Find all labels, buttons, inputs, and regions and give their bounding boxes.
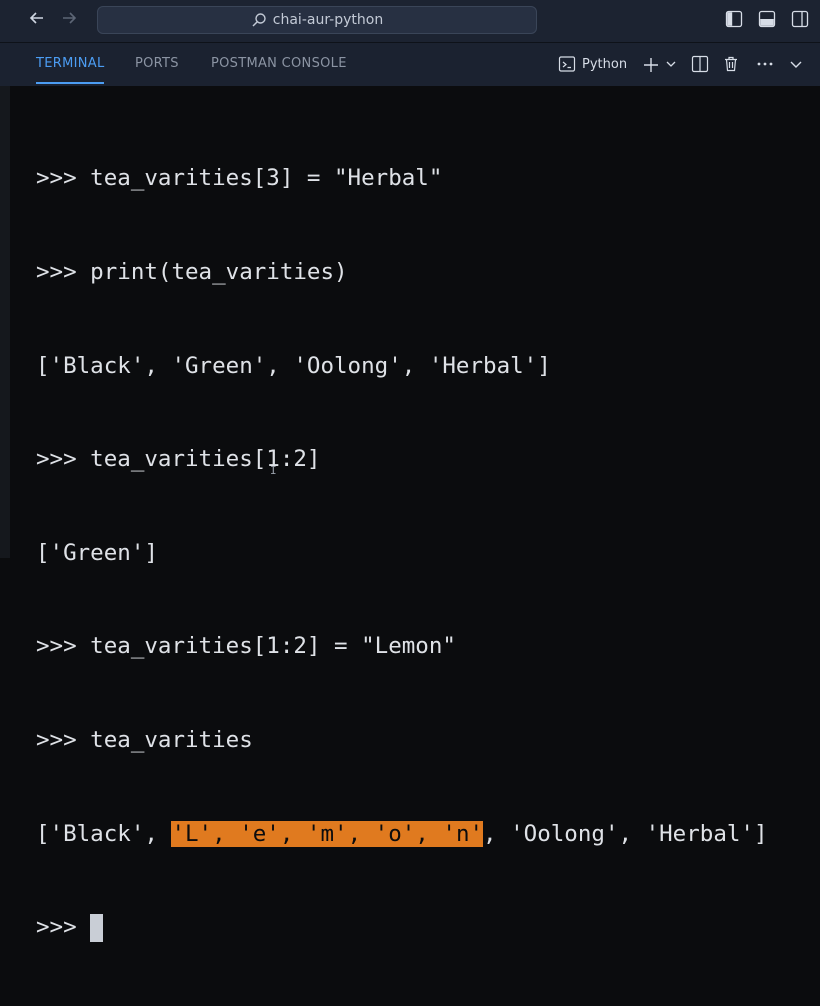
terminal-prompt-line[interactable]: >>> (36, 912, 768, 943)
tab-postman-console[interactable]: POSTMAN CONSOLE (211, 56, 347, 71)
trash-icon[interactable] (722, 55, 740, 73)
terminal-line: >>> tea_varities[1:2] = "Lemon" (36, 633, 456, 660)
result-text-after: , 'Oolong', 'Herbal'] (483, 820, 768, 847)
prompt: >>> (36, 914, 91, 941)
terminal-view[interactable]: >>> tea_varities[3] = "Herbal" >>> print… (0, 86, 820, 943)
search-text: chai-aur-python (272, 12, 384, 28)
result-text-before: ['Black', (36, 820, 172, 847)
terminal-line: ['Black', 'Green', 'Oolong', 'Herbal'] (36, 352, 551, 379)
split-terminal-icon[interactable] (691, 55, 709, 73)
terminal-line: ['Green'] (36, 539, 158, 566)
terminal-line: >>> tea_varities (36, 726, 253, 753)
back-arrow-icon[interactable] (28, 9, 46, 33)
terminal-profile-label: Python (582, 56, 628, 72)
terminal-result-line: ['Black', 'L', 'e', 'm', 'o', 'n', 'Oolo… (36, 819, 768, 850)
forward-arrow-icon[interactable] (60, 9, 78, 33)
text-cursor (90, 914, 104, 943)
terminal-icon (558, 55, 576, 73)
command-center-search[interactable]: chai-aur-python (97, 6, 537, 34)
panel-header: TERMINAL PORTS POSTMAN CONSOLE Python (0, 42, 820, 87)
selection-highlight[interactable]: 'L', 'e', 'm', 'o', 'n' (171, 820, 484, 847)
terminal-line: >>> tea_varities[1:2] (36, 446, 321, 473)
search-icon (251, 12, 267, 28)
toggle-secondary-sidebar-icon[interactable] (791, 10, 809, 28)
terminal-line: >>> print(tea_varities) (36, 259, 348, 285)
mouse-ibeam-icon: I (270, 464, 277, 477)
terminal-line: >>> tea_varities[3] = "Herbal" (36, 165, 443, 192)
more-actions-icon[interactable] (756, 55, 774, 73)
terminal-output[interactable]: >>> tea_varities[3] = "Herbal" >>> print… (36, 101, 768, 1006)
toggle-panel-icon[interactable] (758, 10, 776, 28)
terminal-profile-button[interactable]: Python (558, 55, 627, 73)
toggle-primary-sidebar-icon[interactable] (725, 10, 743, 28)
title-bar: chai-aur-python (0, 0, 820, 42)
new-terminal-plus-icon[interactable] (642, 56, 660, 74)
collapse-panel-chevron-icon[interactable] (789, 57, 803, 71)
terminal-gutter (0, 86, 10, 558)
chevron-down-icon[interactable] (665, 58, 677, 70)
tab-ports[interactable]: PORTS (135, 56, 179, 71)
active-tab-indicator (36, 82, 104, 84)
tab-terminal[interactable]: TERMINAL (36, 56, 105, 71)
